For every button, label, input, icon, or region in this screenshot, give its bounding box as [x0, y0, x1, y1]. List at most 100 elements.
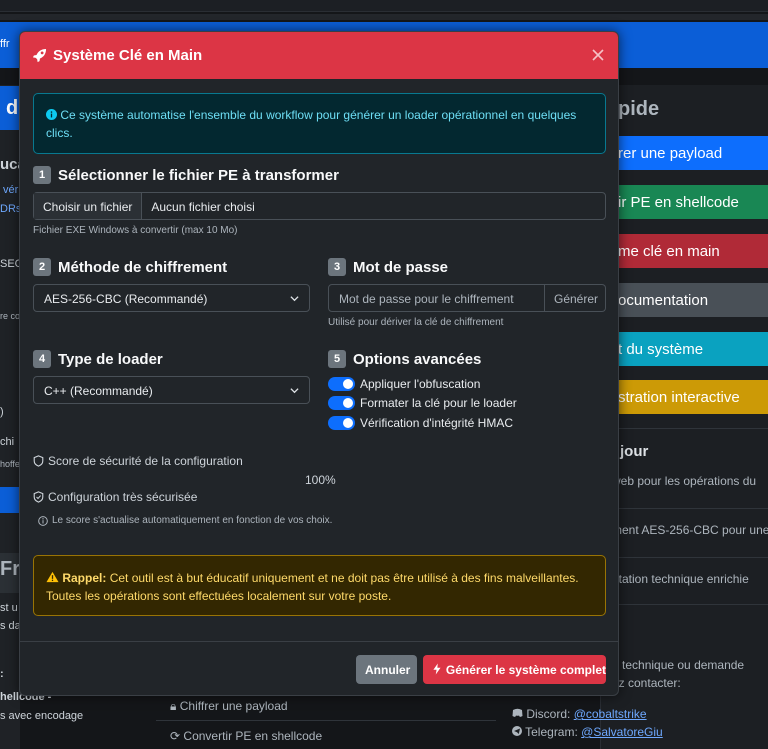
file-help-text: Fichier EXE Windows à convertir (max 10 … — [33, 225, 238, 236]
score-note-text: Le score s'actualise automatiquement en … — [52, 515, 333, 526]
security-score-value: 100% — [305, 473, 336, 487]
step4-badge: 4 — [33, 350, 51, 368]
background-left-text: st u — [0, 602, 18, 614]
background-divider — [612, 604, 768, 605]
loader-type-select[interactable]: C++ (Recommandé) — [33, 376, 310, 404]
encryption-method-value: AES-256-CBC (Recommandé) — [44, 292, 208, 306]
step2-heading: 2 Méthode de chiffrement — [33, 258, 227, 276]
background-right-button[interactable]: rer une payload — [610, 136, 768, 170]
background-divider — [612, 508, 768, 509]
background-left-text: : — [0, 668, 4, 680]
score-note: Le score s'actualise automatiquement en … — [38, 515, 332, 526]
generate-password-button[interactable]: Générer — [545, 284, 606, 312]
password-help-text: Utilisé pour dériver la clé de chiffreme… — [328, 317, 504, 328]
background-right-button[interactable]: me clé en main — [610, 234, 768, 268]
background-menu-label: Convertir PE en shellcode — [183, 729, 323, 743]
step1-badge: 1 — [33, 166, 51, 184]
background-right-header: pide — [618, 98, 660, 120]
obfuscation-toggle[interactable] — [328, 377, 355, 391]
background-right-section-title: jour — [620, 443, 649, 460]
step2-label: Méthode de chiffrement — [58, 258, 228, 276]
background-left-text: d — [6, 97, 19, 119]
step3-label: Mot de passe — [353, 258, 449, 276]
discord-icon — [512, 708, 523, 717]
background-left-text: vér — [3, 184, 19, 196]
info-circle-icon — [38, 515, 48, 526]
option-hmac: Vérification d'intégrité HMAC — [328, 416, 513, 430]
background-left-text: ffr — [0, 38, 10, 50]
modal-title: Système Clé en Main — [32, 47, 202, 64]
cancel-button[interactable]: Annuler — [356, 655, 417, 684]
background-right-text: ment AES-256-CBC pour une — [612, 523, 768, 537]
step4-heading: 4 Type de loader — [33, 350, 163, 368]
background-subbar — [0, 14, 768, 20]
security-status: Configuration très sécurisée — [33, 490, 197, 504]
background-right-button[interactable]: stration interactive — [610, 380, 768, 414]
warning-alert: Rappel: Cet outil est à but éducatif uni… — [33, 555, 606, 616]
key-format-toggle[interactable] — [328, 396, 355, 410]
step1-heading: 1 Sélectionner le fichier PE à transform… — [33, 166, 339, 184]
background-left-text: s avec encodage — [0, 710, 84, 722]
info-icon — [46, 109, 57, 120]
close-icon[interactable] — [588, 45, 608, 65]
generate-system-label: Générer le système complet — [445, 663, 606, 677]
rocket-icon — [32, 48, 47, 63]
step2-badge: 2 — [33, 258, 51, 276]
modal-header: Système Clé en Main — [20, 32, 618, 79]
background-right-text: web pour les opérations du — [612, 474, 757, 488]
info-text: Ce système automatise l'ensemble du work… — [46, 108, 577, 140]
option-key-format: Formater la clé pour le loader — [328, 396, 517, 410]
shield-icon — [33, 455, 44, 467]
choose-file-button[interactable]: Choisir un fichier — [34, 193, 143, 219]
warning-icon — [46, 571, 59, 583]
security-status-text: Configuration très sécurisée — [48, 490, 198, 504]
modal-footer: Annuler Générer le système complet — [20, 641, 618, 695]
background-menu-item-convert[interactable]: ⟳ Convertir PE en shellcode — [156, 720, 496, 749]
telegram-link[interactable]: @SalvatoreGiu — [581, 725, 663, 739]
background-left-text: re co — [0, 311, 21, 321]
step4-label: Type de loader — [58, 350, 163, 368]
background-left-button — [0, 487, 20, 513]
lightning-icon — [433, 663, 441, 675]
discord-label: Discord: — [526, 707, 571, 721]
hmac-toggle[interactable] — [328, 416, 355, 430]
password-group: Mot de passe pour le chiffrement Générer — [328, 284, 606, 312]
background-right-text: ntation technique enrichie — [612, 572, 749, 586]
info-alert: Ce système automatise l'ensemble du work… — [33, 93, 606, 154]
loader-type-value: C++ (Recommandé) — [44, 384, 153, 398]
warning-bold: Rappel: — [62, 571, 107, 585]
discord-link[interactable]: @cobaltstrike — [574, 707, 647, 721]
option-obfuscation: Appliquer l'obfuscation — [328, 377, 480, 391]
telegram-label: Telegram: — [525, 725, 578, 739]
background-right-text: e technique ou demande — [612, 658, 745, 672]
background-left-text: s da — [0, 620, 21, 632]
step3-badge: 3 — [328, 258, 346, 276]
security-score-text: Score de sécurité de la configuration — [48, 454, 243, 468]
encryption-method-select[interactable]: AES-256-CBC (Recommandé) — [33, 284, 310, 312]
lock-icon: 🔒︎ — [170, 699, 177, 713]
turnkey-system-modal: Système Clé en Main Ce système automatis… — [19, 31, 619, 696]
warning-text: Cet outil est à but éducatif uniquement … — [46, 571, 579, 603]
background-divider — [612, 557, 768, 558]
background-contact-telegram: Telegram: @SalvatoreGiu — [512, 725, 663, 739]
obfuscation-label: Appliquer l'obfuscation — [360, 377, 481, 391]
background-contact-discord: Discord: @cobaltstrike — [512, 707, 647, 721]
background-right-button[interactable]: ocumentation — [610, 283, 768, 317]
generate-system-button[interactable]: Générer le système complet — [423, 655, 606, 684]
chevron-down-icon — [290, 388, 299, 394]
background-right-button[interactable]: ir PE en shellcode — [610, 185, 768, 219]
telegram-icon — [512, 726, 522, 736]
sync-icon: ⟳ — [170, 729, 181, 743]
step5-label: Options avancées — [353, 350, 482, 368]
background-right-button[interactable]: t du système — [610, 332, 768, 366]
background-menu-label: Chiffrer une payload — [179, 699, 288, 713]
password-input[interactable]: Mot de passe pour le chiffrement — [328, 284, 545, 312]
key-format-label: Formater la clé pour le loader — [360, 396, 517, 410]
background-left-text: ) — [0, 406, 4, 418]
background-left-text: chi — [0, 436, 15, 448]
security-score-label: Score de sécurité de la configuration — [33, 454, 243, 468]
background-topbar — [0, 0, 768, 12]
file-name-display: Aucun fichier choisi — [151, 200, 255, 214]
pe-file-input[interactable]: Choisir un fichier Aucun fichier choisi — [33, 192, 606, 220]
step3-heading: 3 Mot de passe — [328, 258, 448, 276]
